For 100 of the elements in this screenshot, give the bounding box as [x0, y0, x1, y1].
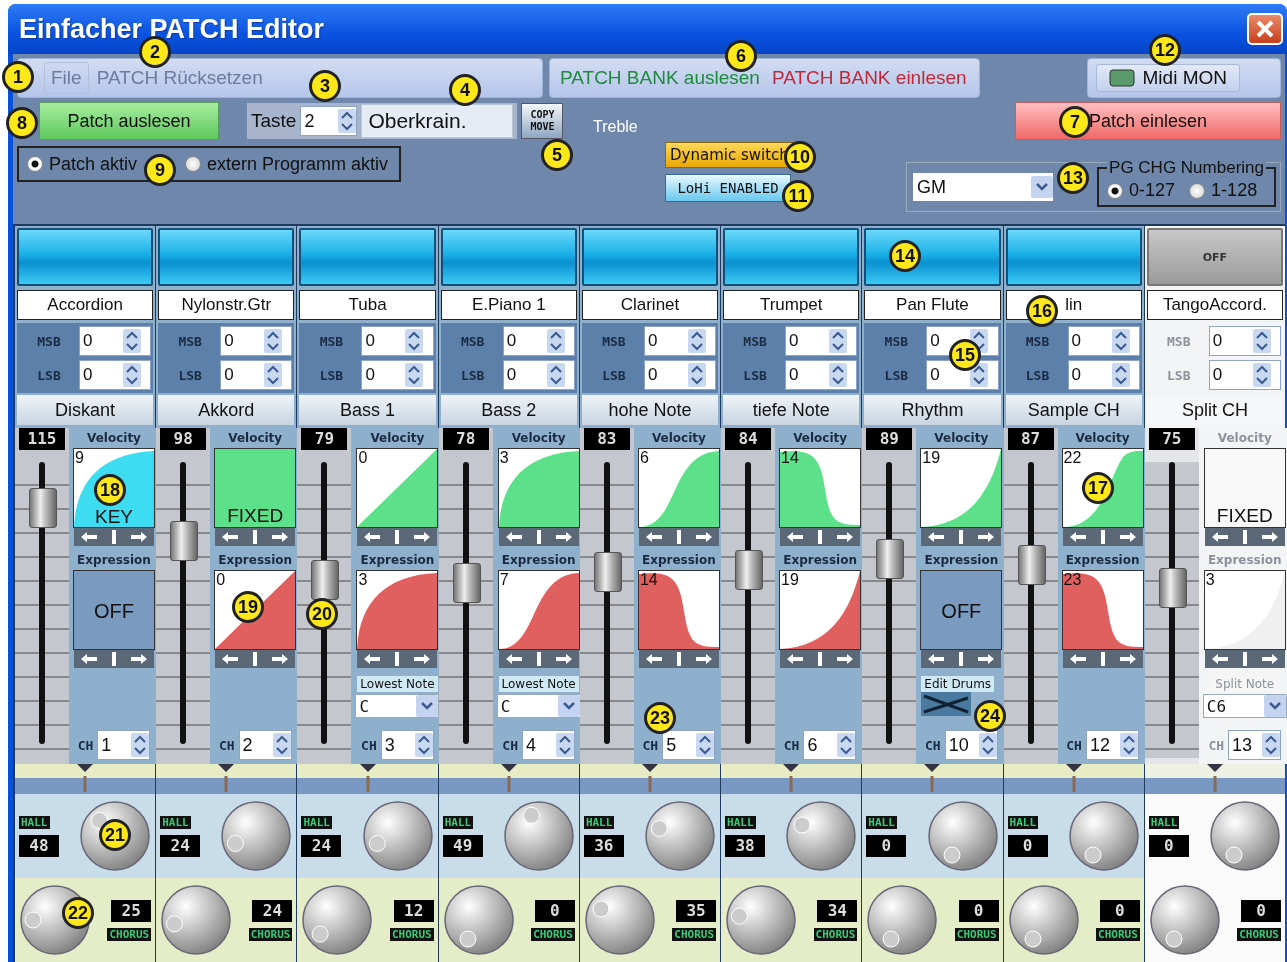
spin-arrows-icon[interactable]	[546, 329, 565, 353]
radio-dot-icon[interactable]	[185, 156, 202, 172]
spin-arrows-icon[interactable]	[264, 363, 283, 387]
channel-spinner[interactable]: 2	[238, 730, 292, 760]
spin-arrows-icon[interactable]	[1111, 329, 1130, 353]
lsb-spinner[interactable]: 0	[361, 360, 434, 390]
left-arrow-icon[interactable]	[363, 653, 382, 665]
lsb-spinner[interactable]: 0	[502, 360, 575, 390]
msb-spinner[interactable]: 0	[643, 326, 717, 356]
left-arrow-icon[interactable]	[644, 531, 663, 543]
right-arrow-icon[interactable]	[1118, 531, 1137, 543]
right-arrow-icon[interactable]	[1118, 653, 1137, 665]
lsb-spinner[interactable]: 0	[220, 360, 293, 390]
spin-arrows-icon[interactable]	[1252, 329, 1271, 353]
lsb-spinner[interactable]: 0	[785, 360, 858, 390]
right-arrow-icon[interactable]	[694, 531, 713, 543]
left-arrow-icon[interactable]	[221, 653, 240, 665]
right-arrow-icon[interactable]	[1260, 531, 1279, 543]
channel-spinner[interactable]: 6	[803, 730, 857, 760]
right-arrow-icon[interactable]	[130, 653, 148, 665]
radio-dot-icon[interactable]	[27, 156, 43, 172]
numbering-radio[interactable]: 0-127	[1107, 180, 1176, 201]
patch-read-button[interactable]: Patch auslesen	[39, 102, 219, 140]
right-arrow-icon[interactable]	[271, 531, 290, 543]
sound-set-dropdown[interactable]: GM	[913, 173, 1054, 201]
left-arrow-icon[interactable]	[363, 531, 382, 543]
close-button[interactable]	[1247, 13, 1283, 45]
fader-thumb[interactable]	[1017, 544, 1046, 585]
channel-spinner[interactable]: 12	[1085, 730, 1139, 760]
spin-arrows-icon[interactable]	[414, 733, 433, 757]
spin-arrows-icon[interactable]	[970, 363, 989, 387]
spin-arrows-icon[interactable]	[829, 363, 848, 387]
edit-drums-button[interactable]: Edit Drums	[921, 676, 995, 692]
note-dropdown[interactable]: C	[496, 694, 581, 718]
left-arrow-icon[interactable]	[1210, 653, 1229, 665]
channel-toggle-button[interactable]	[581, 228, 719, 286]
channel-toggle-button[interactable]	[723, 228, 860, 286]
fader-thumb[interactable]	[311, 560, 340, 601]
fader-thumb[interactable]	[452, 562, 481, 603]
left-arrow-icon[interactable]	[786, 531, 805, 543]
msb-spinner[interactable]: 0	[79, 326, 152, 356]
channel-toggle-button[interactable]	[864, 228, 1001, 286]
lsb-spinner[interactable]: 0	[1067, 360, 1140, 390]
left-arrow-icon[interactable]	[504, 531, 523, 543]
right-arrow-icon[interactable]	[1260, 653, 1279, 665]
msb-spinner[interactable]: 0	[785, 326, 858, 356]
copy-move-button[interactable]: COPY MOVE	[521, 103, 564, 139]
fader-thumb[interactable]	[170, 521, 199, 562]
right-arrow-icon[interactable]	[271, 653, 290, 665]
left-arrow-icon[interactable]	[1210, 531, 1229, 543]
spin-arrows-icon[interactable]	[405, 329, 424, 353]
lsb-spinner[interactable]: 0	[926, 360, 999, 390]
channel-spinner[interactable]: 1	[97, 730, 151, 760]
channel-toggle-button[interactable]	[17, 228, 154, 286]
left-arrow-icon[interactable]	[80, 531, 98, 543]
lsb-spinner[interactable]: 0	[79, 360, 152, 390]
spin-arrows-icon[interactable]	[978, 733, 997, 757]
channel-spinner[interactable]: 3	[380, 730, 434, 760]
left-arrow-icon[interactable]	[504, 653, 523, 665]
spin-arrows-icon[interactable]	[264, 329, 283, 353]
channel-spinner[interactable]: 5	[662, 730, 716, 760]
fader-thumb[interactable]	[876, 539, 905, 580]
channel-toggle-button[interactable]	[440, 228, 577, 286]
fader-thumb[interactable]	[29, 487, 57, 528]
spin-arrows-icon[interactable]	[1252, 363, 1271, 387]
fader-thumb[interactable]	[735, 549, 764, 590]
left-arrow-icon[interactable]	[644, 653, 663, 665]
left-arrow-icon[interactable]	[786, 653, 805, 665]
spin-arrows-icon[interactable]	[546, 363, 565, 387]
lsb-spinner[interactable]: 0	[643, 360, 717, 390]
left-arrow-icon[interactable]	[221, 531, 240, 543]
fader-thumb[interactable]	[593, 552, 622, 593]
channel-spinner[interactable]: 4	[522, 730, 575, 760]
spin-arrows-icon[interactable]	[1119, 733, 1138, 757]
note-dropdown[interactable]: C	[355, 694, 440, 718]
right-arrow-icon[interactable]	[836, 653, 855, 665]
channel-spinner[interactable]: 10	[944, 730, 998, 760]
bank-write-button[interactable]: PATCH BANK einlesen	[767, 67, 971, 89]
right-arrow-icon[interactable]	[413, 531, 432, 543]
left-arrow-icon[interactable]	[1068, 653, 1087, 665]
radio-dot-icon[interactable]	[1107, 182, 1124, 199]
channel-toggle-button[interactable]	[299, 228, 436, 286]
mode-radio[interactable]: Patch aktiv	[27, 153, 138, 175]
spin-arrows-icon[interactable]	[272, 733, 291, 757]
key-spinner[interactable]: 2	[300, 106, 358, 136]
msb-spinner[interactable]: 0	[502, 326, 575, 356]
midi-monitor-button[interactable]: Midi MON	[1095, 64, 1240, 92]
channel-toggle-button[interactable]	[158, 228, 295, 286]
numbering-radio[interactable]: 1-128	[1189, 180, 1258, 201]
right-arrow-icon[interactable]	[554, 531, 573, 543]
right-arrow-icon[interactable]	[836, 531, 855, 543]
channel-toggle-button[interactable]	[1005, 228, 1142, 286]
right-arrow-icon[interactable]	[130, 531, 148, 543]
spin-arrows-icon[interactable]	[687, 329, 706, 353]
spin-arrows-icon[interactable]	[687, 363, 706, 387]
patch-name-field[interactable]: Oberkrain.	[361, 104, 514, 138]
right-arrow-icon[interactable]	[977, 531, 996, 543]
right-arrow-icon[interactable]	[413, 653, 432, 665]
left-arrow-icon[interactable]	[927, 653, 946, 665]
spin-arrows-icon[interactable]	[829, 329, 848, 353]
